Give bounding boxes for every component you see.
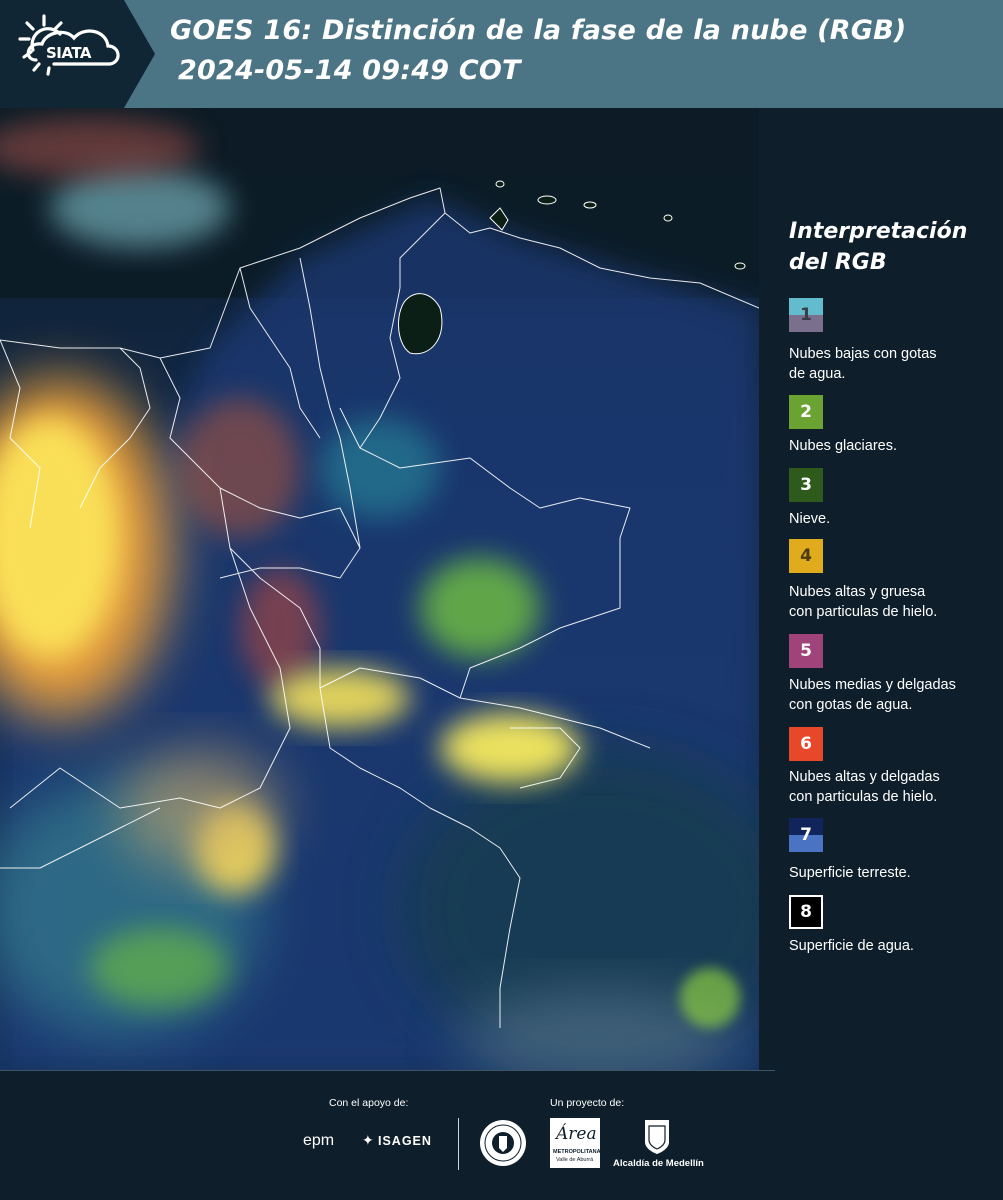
legend-label-4-line2: con particulas de hielo. xyxy=(789,604,938,620)
legend-label-4-line1: Nubes altas y gruesa xyxy=(789,584,926,600)
legend-label-1-line2: de agua. xyxy=(789,366,846,382)
legend-label-4: Nubes altas y gruesa con particulas de h… xyxy=(789,582,999,622)
legend-label-5: Nubes medias y delgadas con gotas de agu… xyxy=(789,675,999,715)
legend-title-line2: del RGB xyxy=(789,250,887,275)
legend-label-3: Nieve. xyxy=(789,511,831,527)
legend-label-1: Nubes bajas con gotas de agua. xyxy=(789,344,999,384)
support-caption: Con el apoyo de: xyxy=(329,1097,409,1109)
legend-label-5-line2: con gotas de agua. xyxy=(789,697,913,713)
legend-swatch-2: 2 xyxy=(789,395,823,429)
legend-label-6: Nubes altas y delgadas con particulas de… xyxy=(789,767,999,807)
legend-label-6-line2: con particulas de hielo. xyxy=(789,789,938,805)
legend-panel: Interpretación del RGB 1 Nubes bajas con… xyxy=(759,108,1003,1070)
legend-swatch-1: 1 xyxy=(789,298,823,332)
footer-vertical-divider xyxy=(458,1118,459,1170)
logo-text: SIATA xyxy=(46,44,92,62)
area-logo-text: Área xyxy=(556,1124,597,1144)
isagen-logo: ISAGEN xyxy=(378,1134,432,1148)
header-bar: SIATA GOES 16: Distinción de la fase de … xyxy=(0,0,1003,108)
area-logo-sub2: Valle de Aburrá xyxy=(556,1157,594,1163)
legend-title: Interpretación del RGB xyxy=(789,216,989,278)
alcaldia-label: Alcaldía de Medellín xyxy=(613,1158,704,1169)
area-logo-sub1: METROPOLITANA xyxy=(553,1149,601,1155)
legend-label-6-line1: Nubes altas y delgadas xyxy=(789,769,940,785)
seal-logo xyxy=(480,1120,526,1166)
legend-label-5-line1: Nubes medias y delgadas xyxy=(789,677,956,693)
alcaldia-shield-icon xyxy=(645,1120,669,1154)
isagen-icon: ✦ xyxy=(362,1132,374,1148)
legend-swatch-4: 4 xyxy=(789,539,823,573)
legend-swatch-8: 8 xyxy=(789,895,823,929)
siata-logo: SIATA xyxy=(0,0,155,108)
footer-divider xyxy=(0,1070,775,1071)
page-title: GOES 16: Distinción de la fase de la nub… xyxy=(170,15,907,46)
legend-swatch-5: 5 xyxy=(789,634,823,668)
legend-label-2: Nubes glaciares. xyxy=(789,438,897,454)
timestamp: 2024-05-14 09:49 COT xyxy=(178,55,521,86)
legend-label-8: Superficie de agua. xyxy=(789,938,914,954)
legend-swatch-7: 7 xyxy=(789,818,823,852)
legend-title-line1: Interpretación xyxy=(789,219,968,244)
legend-label-7: Superficie terreste. xyxy=(789,865,911,881)
footer: Con el apoyo de: Un proyecto de: epm ✦ I… xyxy=(0,1070,1003,1200)
epm-logo: epm xyxy=(303,1132,335,1149)
project-caption: Un proyecto de: xyxy=(550,1097,625,1109)
rgb-satellite-image xyxy=(0,108,759,1070)
legend-swatch-3: 3 xyxy=(789,468,823,502)
legend-swatch-6: 6 xyxy=(789,727,823,761)
satellite-map xyxy=(0,108,759,1070)
legend-label-1-line1: Nubes bajas con gotas xyxy=(789,346,937,362)
